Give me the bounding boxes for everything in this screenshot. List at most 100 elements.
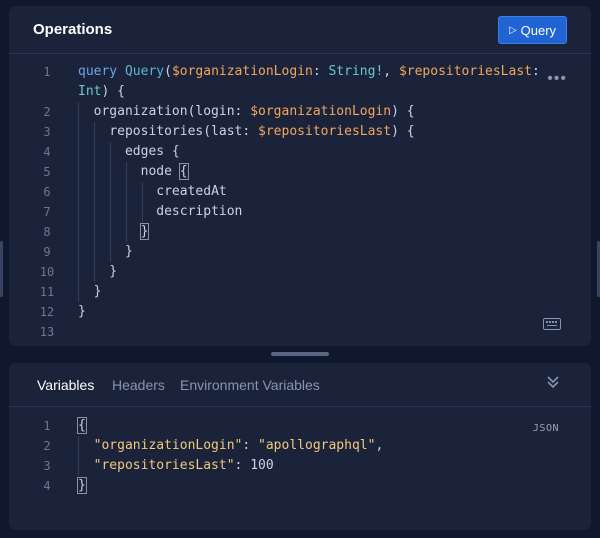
code-line[interactable]: 1 query Query($organizationLogin: String!… xyxy=(9,62,591,82)
line-number: 4 xyxy=(43,479,51,493)
line-number: 7 xyxy=(43,205,51,219)
matched-bracket: { xyxy=(178,163,189,180)
code-line[interactable]: 12} xyxy=(9,302,591,322)
code-line[interactable]: 13 xyxy=(9,322,591,342)
line-number: 3 xyxy=(43,459,51,473)
code-token: 100 xyxy=(250,458,274,473)
code-token: "repositoriesLast" xyxy=(93,458,235,473)
tab-variables[interactable]: Variables xyxy=(37,377,94,393)
code-line[interactable]: 4} xyxy=(9,476,591,496)
line-content: "repositoriesLast": 100 xyxy=(78,456,274,476)
line-content: repositories(last: $repositoriesLast) { xyxy=(78,122,415,142)
line-number: 2 xyxy=(43,439,51,453)
code-line[interactable]: 5 node { xyxy=(9,162,591,182)
keyboard-icon[interactable] xyxy=(543,318,561,330)
code-line[interactable]: 7 description xyxy=(9,202,591,222)
variables-panel: Variables Headers Environment Variables … xyxy=(9,363,591,530)
code-token: $repositoriesLast xyxy=(398,64,532,79)
variables-tabbar: Variables Headers Environment Variables xyxy=(9,363,591,407)
code-token: } xyxy=(78,264,118,279)
code-line[interactable]: 3 repositories(last: $repositoriesLast) … xyxy=(9,122,591,142)
panel-resize-handle[interactable] xyxy=(271,352,329,356)
code-token: } xyxy=(78,304,86,319)
code-token: } xyxy=(78,284,102,299)
code-token: node xyxy=(140,164,172,179)
code-line[interactable]: 11 } xyxy=(9,282,591,302)
code-line[interactable]: 2 "organizationLogin": "apollographql", xyxy=(9,436,591,456)
line-content: } xyxy=(78,242,133,262)
line-content: } xyxy=(78,302,86,322)
code-token: : xyxy=(234,458,251,473)
code-token: ( xyxy=(164,64,172,79)
variables-editor[interactable]: 1{2 "organizationLogin": "apollographql"… xyxy=(9,416,591,496)
line-content: "organizationLogin": "apollographql", xyxy=(78,436,384,456)
code-line[interactable]: 8 } xyxy=(9,222,591,242)
indent-guide xyxy=(126,162,127,242)
code-token: ) { xyxy=(391,104,415,119)
left-resize-handle[interactable] xyxy=(0,241,3,297)
play-icon: ▷ xyxy=(508,24,517,36)
code-token: : xyxy=(242,438,259,453)
chevron-double-down-icon[interactable] xyxy=(547,375,559,389)
line-content: } xyxy=(78,282,102,302)
code-token: createdAt xyxy=(156,184,227,199)
code-token: ) { xyxy=(391,124,415,139)
code-token: Query xyxy=(124,64,165,79)
indent-guide xyxy=(78,436,79,476)
run-query-label: Query xyxy=(520,22,557,38)
operations-title: Operations xyxy=(33,21,113,38)
code-token: organization xyxy=(93,104,188,119)
code-line[interactable]: 3 "repositoriesLast": 100 xyxy=(9,456,591,476)
code-token: : xyxy=(532,64,540,79)
line-number: 11 xyxy=(39,285,55,299)
line-number: 5 xyxy=(43,165,51,179)
code-token: Int xyxy=(78,84,102,99)
indent-guide xyxy=(142,182,143,222)
line-number: 8 xyxy=(43,225,51,239)
line-content: } xyxy=(78,222,150,242)
code-line[interactable]: 6 createdAt xyxy=(9,182,591,202)
line-number: 1 xyxy=(43,65,51,79)
code-line[interactable]: 1{ xyxy=(9,416,591,436)
line-number: 4 xyxy=(43,145,51,159)
line-number: 2 xyxy=(43,105,51,119)
code-line[interactable]: 9 } xyxy=(9,242,591,262)
code-token: "organizationLogin" xyxy=(93,438,243,453)
matched-bracket: { xyxy=(77,417,87,434)
code-token: } xyxy=(78,244,133,259)
line-number: 13 xyxy=(39,325,55,339)
code-token: $organizationLogin xyxy=(171,64,313,79)
tab-headers[interactable]: Headers xyxy=(112,377,165,393)
operation-editor[interactable]: 1 query Query($organizationLogin: String!… xyxy=(9,62,591,342)
line-content: } xyxy=(77,476,87,496)
line-content: organization(login: $organizationLogin) … xyxy=(78,102,415,122)
code-token: description xyxy=(156,204,243,219)
tab-environment-variables[interactable]: Environment Variables xyxy=(180,377,320,393)
line-number: 6 xyxy=(43,185,51,199)
line-content: query Query($organizationLogin: String!,… xyxy=(78,62,540,82)
code-token: String! xyxy=(328,64,384,79)
line-number: 3 xyxy=(43,125,51,139)
run-query-button[interactable]: ▷ Query xyxy=(498,16,567,44)
code-line[interactable]: 4 edges { xyxy=(9,142,591,162)
code-token: , xyxy=(383,64,399,79)
code-token: { xyxy=(164,144,180,159)
code-line[interactable]: 10 } xyxy=(9,262,591,282)
indent-guide xyxy=(94,122,95,282)
code-line[interactable]: 2 organization(login: $organizationLogin… xyxy=(9,102,591,122)
code-token: (login: xyxy=(187,104,251,119)
code-line[interactable]: Int) { xyxy=(9,82,591,102)
line-number: 9 xyxy=(43,245,51,259)
operations-panel: Operations ▷ Query ••• 1 query Query($org… xyxy=(9,6,591,346)
matched-bracket: } xyxy=(139,223,150,240)
line-content: description xyxy=(78,202,242,222)
code-token: (last: xyxy=(203,124,259,139)
